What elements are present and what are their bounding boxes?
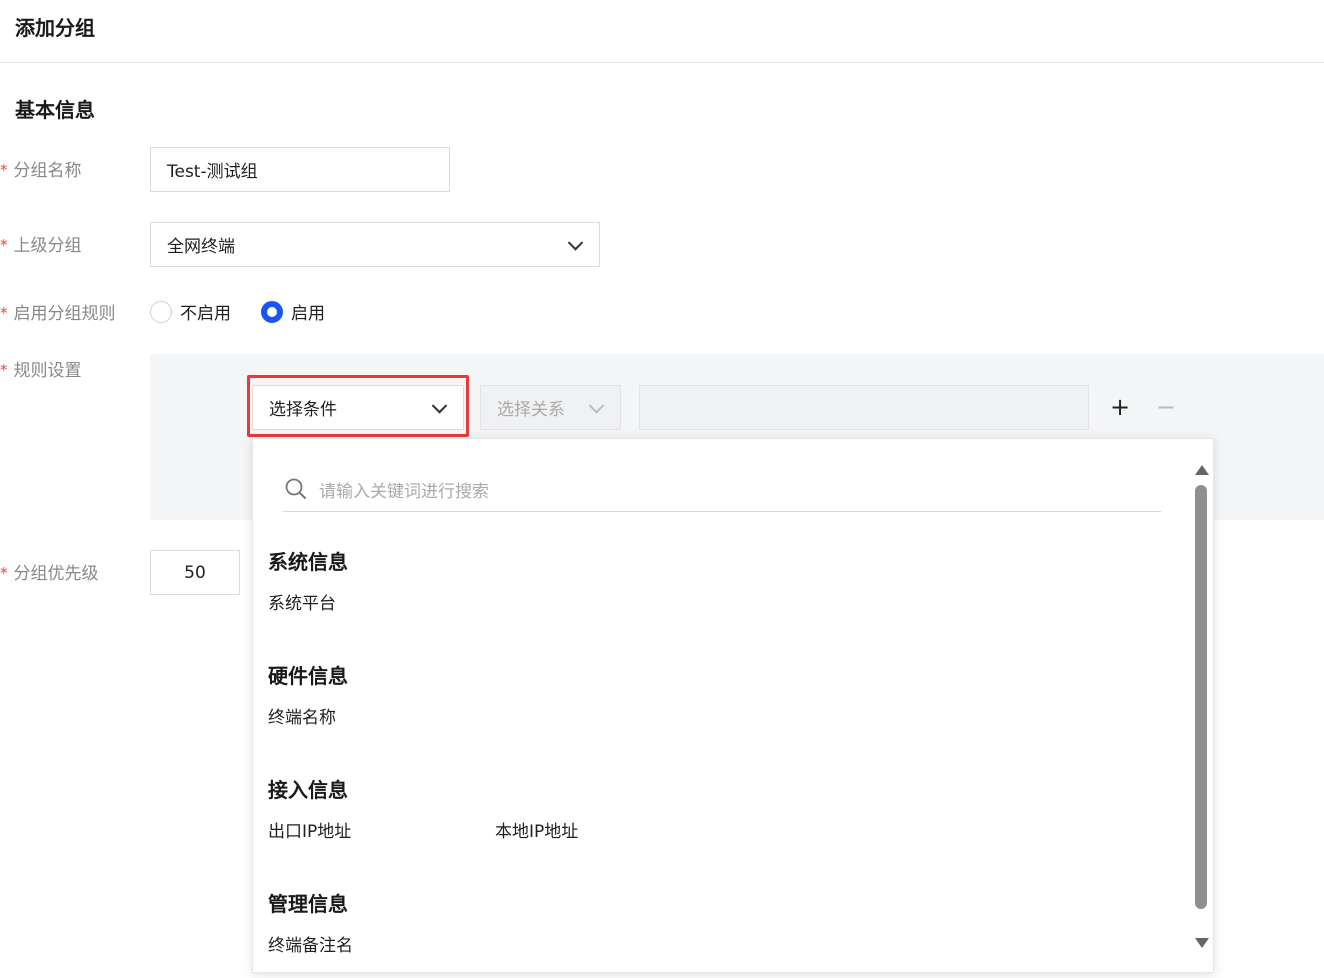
parent-group-label: * 上级分组 <box>0 236 82 256</box>
option-system-platform[interactable]: 系统平台 <box>268 589 336 614</box>
header-divider <box>0 62 1324 63</box>
group-name-input[interactable]: Test-测试组 <box>150 147 450 192</box>
enable-rules-label: * 启用分组规则 <box>0 304 116 324</box>
priority-input[interactable]: 50 <box>150 550 240 595</box>
condition-select-highlight <box>247 375 469 437</box>
option-terminal-name[interactable]: 终端名称 <box>268 703 336 728</box>
priority-label: * 分组优先级 <box>0 564 99 584</box>
dropdown-search-input[interactable]: 请输入关键词进行搜索 <box>319 477 489 502</box>
radio-unchecked-icon <box>150 300 172 323</box>
required-mark: * <box>0 361 8 379</box>
required-mark: * <box>0 304 8 322</box>
group-title-management: 管理信息 <box>268 892 348 916</box>
required-mark: * <box>0 236 8 254</box>
scroll-down-icon[interactable] <box>1195 938 1209 948</box>
required-mark: * <box>0 564 8 582</box>
relation-select[interactable]: 选择关系 <box>480 385 621 430</box>
rule-value-input[interactable] <box>639 385 1089 430</box>
section-title: 基本信息 <box>15 98 95 122</box>
parent-group-select[interactable]: 全网终端 <box>150 222 600 267</box>
radio-checked-icon <box>261 300 283 323</box>
group-title-system: 系统信息 <box>268 550 348 574</box>
scroll-up-icon[interactable] <box>1195 465 1209 475</box>
add-rule-button[interactable]: + <box>1110 395 1130 419</box>
search-icon <box>285 478 307 504</box>
radio-enable[interactable]: 启用 <box>261 299 325 324</box>
required-mark: * <box>0 161 8 179</box>
option-egress-ip[interactable]: 出口IP地址 <box>268 817 351 842</box>
chevron-down-icon <box>567 234 584 251</box>
scrollbar-thumb[interactable] <box>1195 485 1207 909</box>
radio-disable[interactable]: 不启用 <box>150 299 231 324</box>
chevron-down-icon <box>588 397 605 414</box>
group-title-hardware: 硬件信息 <box>268 664 348 688</box>
condition-dropdown: 请输入关键词进行搜索 系统信息 系统平台 硬件信息 终端名称 接入信息 出口IP… <box>252 438 1214 973</box>
option-terminal-remark[interactable]: 终端备注名 <box>268 931 353 956</box>
group-name-label: * 分组名称 <box>0 161 82 181</box>
rule-settings-label: * 规则设置 <box>0 361 82 381</box>
remove-rule-button[interactable]: − <box>1156 395 1176 419</box>
group-title-access: 接入信息 <box>268 778 348 802</box>
option-local-ip[interactable]: 本地IP地址 <box>495 817 578 842</box>
page-title: 添加分组 <box>15 16 95 40</box>
search-underline <box>283 511 1161 512</box>
